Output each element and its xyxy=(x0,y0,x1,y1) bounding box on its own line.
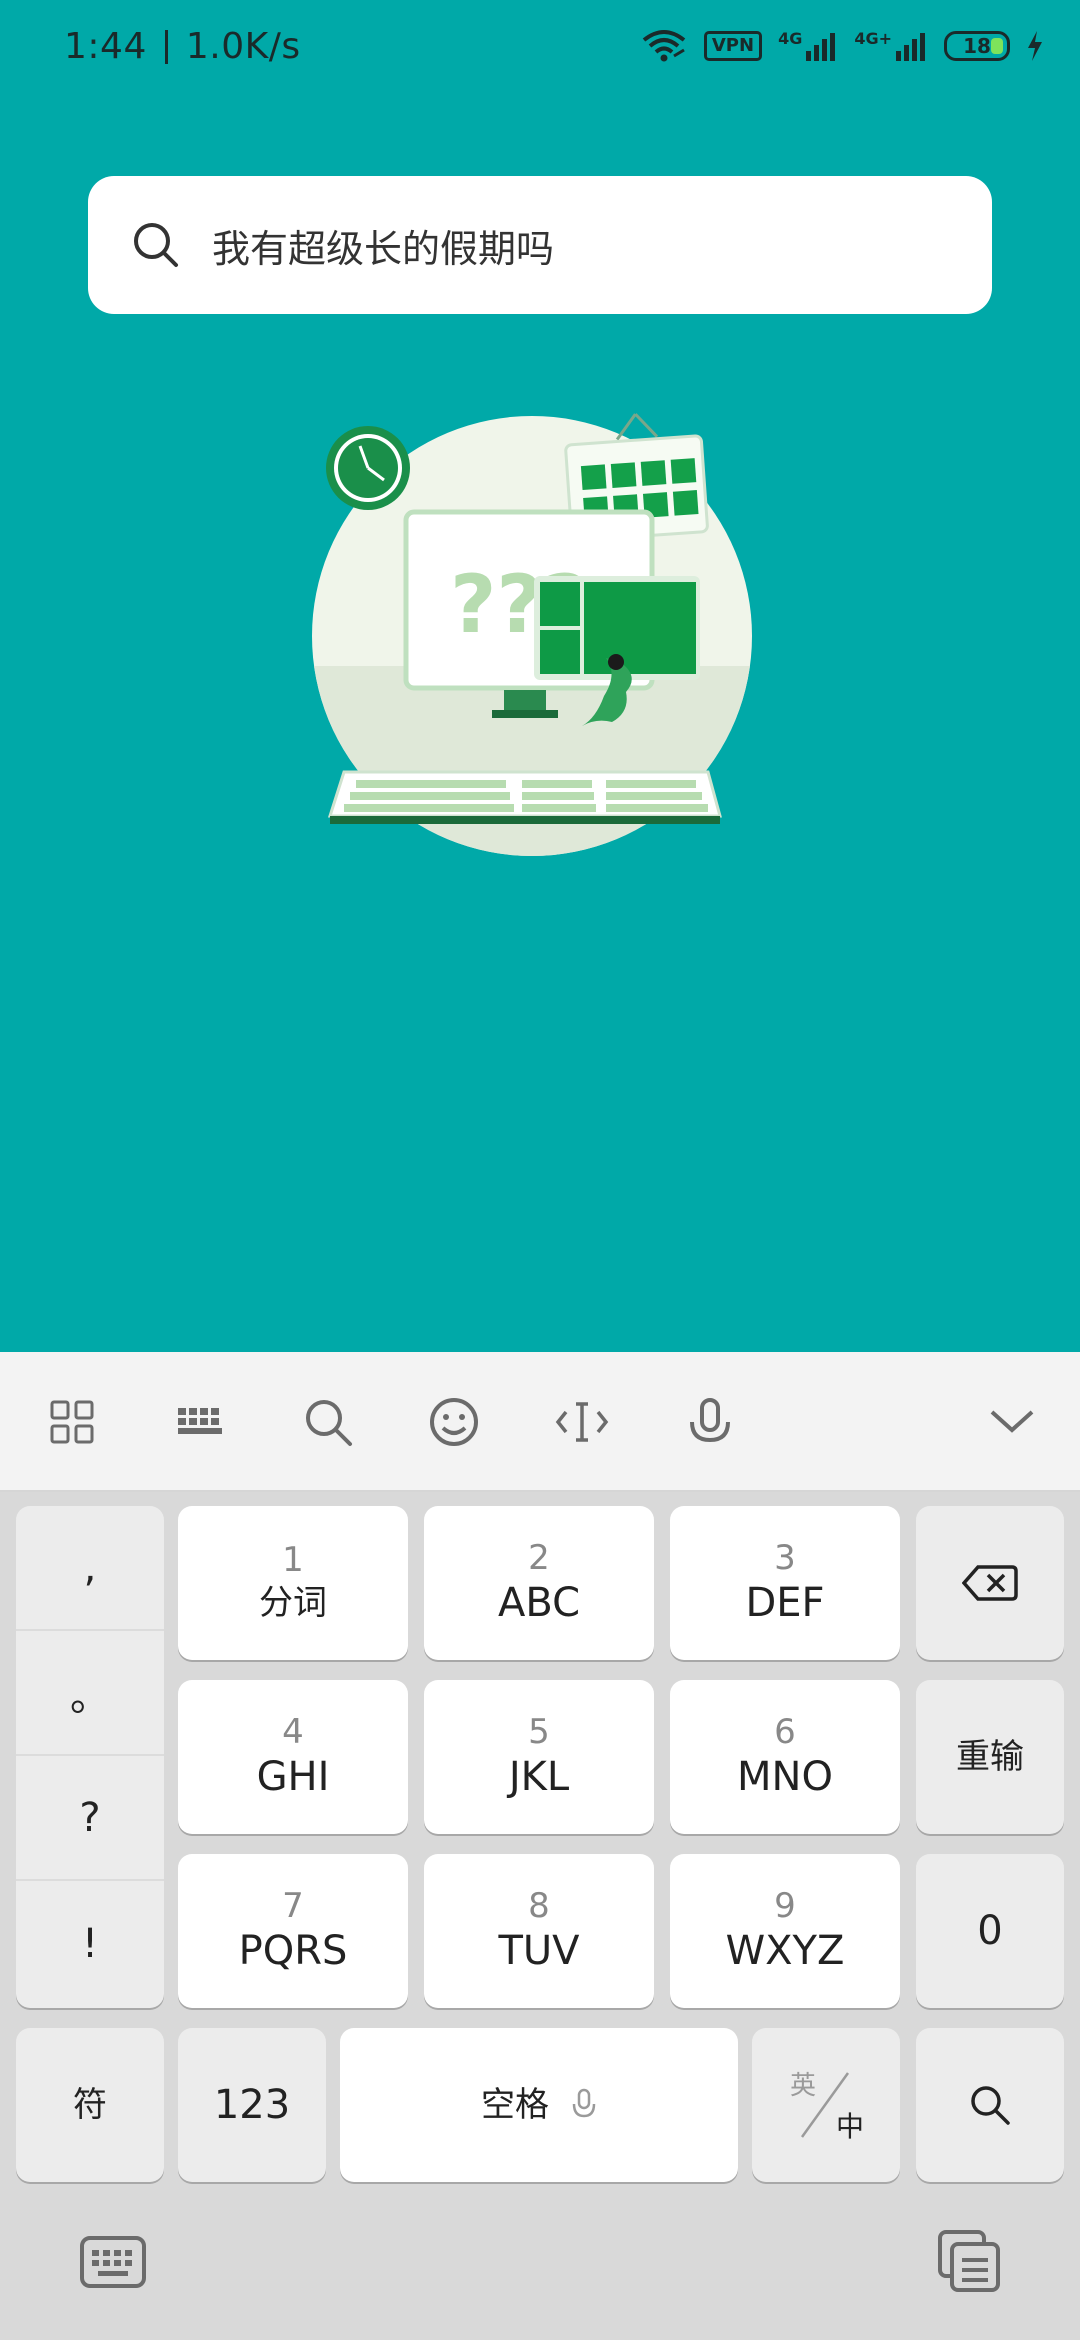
clock-icon xyxy=(326,426,410,510)
punct-key-comma[interactable]: , xyxy=(16,1506,164,1631)
signal-bars-icon xyxy=(806,33,836,61)
lang-cn-label: 中 xyxy=(835,2110,864,2143)
signal-2: 4G+ xyxy=(854,31,928,61)
key-label: MNO xyxy=(737,1754,833,1800)
key-5[interactable]: 5 JKL xyxy=(424,1680,654,1834)
charging-icon xyxy=(1028,31,1042,61)
cursor-icon[interactable] xyxy=(552,1392,612,1452)
search-input[interactable]: 我有超级长的假期吗 xyxy=(212,218,554,273)
signal-1: 4G xyxy=(778,31,838,61)
search-bar[interactable]: 我有超级长的假期吗 xyxy=(88,176,992,314)
symbol-key[interactable]: 符 xyxy=(16,2028,164,2182)
status-separator xyxy=(164,29,168,64)
key-number: 1 xyxy=(282,1540,304,1580)
punct-key-question[interactable]: ? xyxy=(16,1756,164,1881)
key-number: 7 xyxy=(282,1886,304,1926)
space-label: 空格 xyxy=(481,2085,549,2125)
key-9[interactable]: 9 WXYZ xyxy=(670,1854,900,2008)
wifi-icon xyxy=(642,30,686,62)
key-number: 9 xyxy=(774,1886,796,1926)
language-switch-glyph: 英 中 xyxy=(786,2065,866,2145)
key-4[interactable]: 4 GHI xyxy=(178,1680,408,1834)
key-label: WXYZ xyxy=(725,1928,845,1974)
key-number: 8 xyxy=(528,1886,550,1926)
key-3[interactable]: 3 DEF xyxy=(670,1506,900,1660)
keyboard: , 。 ? ! 1 分词 2 ABC 3 DEF 4 GHI 5 JKL 6 M… xyxy=(0,1492,1080,2340)
numeric-label: 123 xyxy=(213,2082,291,2128)
backspace-icon xyxy=(962,1565,1018,1601)
key-label: 0 xyxy=(977,1908,1003,1954)
symbol-label: 符 xyxy=(73,2085,107,2125)
punct-key-period[interactable]: 。 xyxy=(16,1631,164,1756)
network-type-label: 4G xyxy=(778,29,803,48)
emoji-icon[interactable] xyxy=(424,1392,484,1452)
battery-fill xyxy=(991,38,1003,54)
key-label: DEF xyxy=(745,1580,825,1626)
key-label: TUV xyxy=(498,1928,580,1974)
backspace-key[interactable] xyxy=(916,1506,1064,1660)
keyboard-illustration xyxy=(327,770,722,824)
clipboard-icon[interactable] xyxy=(936,2228,1002,2294)
status-bar: 1:44 1.0K/s VPN 4G 4G+ 18 xyxy=(0,0,1080,100)
numeric-key[interactable]: 123 xyxy=(178,2028,326,2182)
microphone-icon xyxy=(572,2088,596,2118)
keyboard-icon[interactable] xyxy=(170,1392,230,1452)
key-label: GHI xyxy=(256,1754,330,1800)
key-number: 5 xyxy=(528,1712,550,1752)
search-icon xyxy=(134,223,178,267)
key-label: 分词 xyxy=(259,1583,327,1623)
key-0[interactable]: 0 xyxy=(916,1854,1064,2008)
key-number: 2 xyxy=(528,1538,550,1578)
grid-icon[interactable] xyxy=(42,1392,102,1452)
key-number: 3 xyxy=(774,1538,796,1578)
key-number: 6 xyxy=(774,1712,796,1752)
empty-state-illustration: ??? xyxy=(312,413,752,856)
key-7[interactable]: 7 PQRS xyxy=(178,1854,408,2008)
status-left: 1:44 1.0K/s xyxy=(64,26,301,67)
space-key[interactable]: 空格 xyxy=(340,2028,738,2182)
key-label: ABC xyxy=(497,1580,581,1626)
microphone-icon[interactable] xyxy=(680,1392,740,1452)
search-icon xyxy=(971,2086,1010,2125)
keyboard-toolbar xyxy=(0,1352,1080,1492)
search-key[interactable] xyxy=(916,2028,1064,2182)
signal-bars-icon xyxy=(896,33,925,61)
key-6[interactable]: 6 MNO xyxy=(670,1680,900,1834)
retype-label: 重输 xyxy=(956,1737,1024,1777)
battery-level: 18 xyxy=(963,34,991,58)
key-label: PQRS xyxy=(238,1928,348,1974)
vpn-badge: VPN xyxy=(703,31,763,61)
key-8[interactable]: 8 TUV xyxy=(424,1854,654,2008)
punct-key-exclaim[interactable]: ! xyxy=(16,1881,164,2006)
battery-indicator: 18 xyxy=(944,31,1010,61)
chevron-down-icon[interactable] xyxy=(982,1392,1042,1452)
retype-key[interactable]: 重输 xyxy=(916,1680,1064,1834)
network-type-label-2: 4G+ xyxy=(854,29,892,48)
punctuation-column: , 。 ? ! xyxy=(16,1506,164,2008)
language-switch-key[interactable]: 英 中 xyxy=(752,2028,900,2182)
key-number: 4 xyxy=(282,1712,304,1752)
status-time: 1:44 xyxy=(64,26,147,67)
key-label: JKL xyxy=(508,1754,570,1800)
search-icon[interactable] xyxy=(298,1392,358,1452)
key-2[interactable]: 2 ABC xyxy=(424,1506,654,1660)
key-1[interactable]: 1 分词 xyxy=(178,1506,408,1660)
network-speed: 1.0K/s xyxy=(185,26,301,67)
keyboard-switch-icon[interactable] xyxy=(78,2232,148,2292)
status-icons: VPN 4G 4G+ 18 xyxy=(640,28,1044,64)
